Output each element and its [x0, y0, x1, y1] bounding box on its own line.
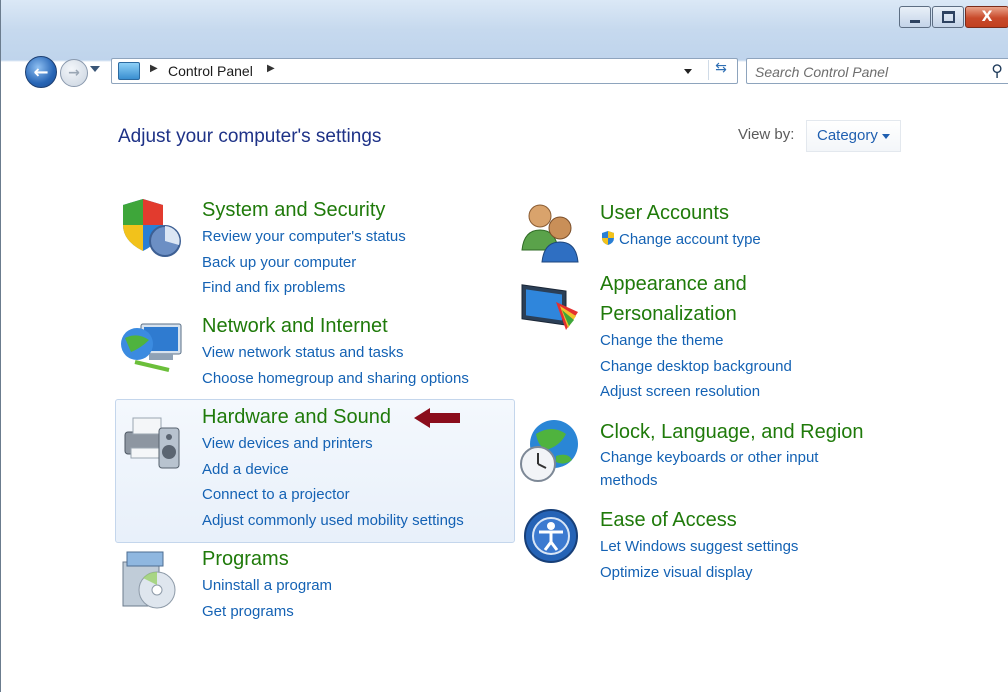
maximize-button[interactable] [932, 6, 964, 28]
search-box[interactable]: ⚲ [746, 58, 1008, 84]
users-icon [521, 204, 579, 263]
category-title-appearance-line1[interactable]: Appearance and [600, 270, 792, 298]
uac-shield-icon [602, 231, 614, 245]
link-change-account-type[interactable]: Change account type [600, 227, 761, 253]
link-add-device[interactable]: Add a device [202, 457, 464, 483]
link-screen-resolution[interactable]: Adjust screen resolution [600, 379, 792, 405]
recent-pages-dropdown[interactable] [90, 66, 100, 72]
link-network-status[interactable]: View network status and tasks [202, 340, 469, 366]
link-find-fix[interactable]: Find and fix problems [202, 275, 406, 301]
back-button[interactable]: ← [25, 56, 57, 88]
forward-arrow-icon: → [68, 65, 80, 81]
chevron-down-icon [881, 133, 890, 139]
ease-of-access-icon [524, 509, 578, 563]
link-change-keyboards[interactable]: Change keyboards or other input methods [600, 446, 850, 492]
monitor-palette-icon [521, 284, 578, 330]
category-clock-language-region: Clock, Language, and Region Change keybo… [600, 418, 864, 492]
link-review-status[interactable]: Review your computer's status [202, 224, 406, 250]
category-title-user-accounts[interactable]: User Accounts [600, 199, 761, 227]
breadcrumb-separator[interactable]: ▶ [267, 63, 275, 74]
category-system-and-security: System and Security Review your computer… [202, 196, 406, 301]
view-by-label: View by: [738, 126, 795, 143]
network-globe-icon [121, 323, 182, 372]
close-icon: X [981, 9, 993, 25]
view-by-dropdown[interactable]: Category [806, 120, 901, 152]
category-title-ease-of-access[interactable]: Ease of Access [600, 506, 798, 534]
breadcrumb-control-panel[interactable]: Control Panel [168, 63, 253, 79]
breadcrumb-separator[interactable]: ▶ [150, 63, 158, 74]
category-appearance-and-personalization: Appearance and Personalization Change th… [600, 270, 792, 405]
search-icon[interactable]: ⚲ [991, 61, 1003, 80]
link-mobility-settings[interactable]: Adjust commonly used mobility settings [202, 508, 464, 534]
link-homegroup[interactable]: Choose homegroup and sharing options [202, 366, 469, 392]
printer-speaker-icon [124, 417, 180, 469]
category-title-clock-language-region[interactable]: Clock, Language, and Region [600, 418, 864, 446]
link-connect-projector[interactable]: Connect to a projector [202, 482, 464, 508]
category-programs: Programs Uninstall a program Get program… [202, 545, 332, 624]
refresh-icon[interactable]: ⇆ [708, 60, 733, 80]
category-user-accounts: User Accounts Change account type [600, 199, 761, 253]
category-network-and-internet: Network and Internet View network status… [202, 312, 469, 391]
category-title-appearance-line2[interactable]: Personalization [600, 300, 792, 328]
address-dropdown-icon[interactable] [684, 69, 692, 74]
control-panel-icon [118, 62, 140, 80]
shield-pie-icon [123, 199, 181, 257]
link-change-account-type-label: Change account type [619, 231, 761, 248]
forward-button[interactable]: → [60, 59, 88, 87]
category-title-network-and-internet[interactable]: Network and Internet [202, 312, 469, 340]
category-title-programs[interactable]: Programs [202, 545, 332, 573]
link-back-up[interactable]: Back up your computer [202, 250, 406, 276]
category-title-system-and-security[interactable]: System and Security [202, 196, 406, 224]
link-windows-suggest[interactable]: Let Windows suggest settings [600, 534, 798, 560]
category-ease-of-access: Ease of Access Let Windows suggest setti… [600, 506, 798, 585]
minimize-button[interactable] [899, 6, 931, 28]
link-change-theme[interactable]: Change the theme [600, 328, 792, 354]
programs-disc-icon [122, 551, 176, 609]
annotation-arrow-icon [414, 408, 460, 428]
link-desktop-background[interactable]: Change desktop background [600, 354, 792, 380]
close-button[interactable]: X [965, 6, 1008, 28]
view-by-value: Category [817, 127, 878, 144]
back-arrow-icon: ← [33, 61, 49, 83]
control-panel-window: X ← → ▶ Control Panel ▶ ⇆ ⚲ Adjust your … [0, 0, 1008, 692]
link-optimize-display[interactable]: Optimize visual display [600, 560, 798, 586]
link-get-programs[interactable]: Get programs [202, 599, 332, 625]
maximize-icon [941, 11, 955, 23]
search-input[interactable] [753, 61, 977, 83]
minimize-icon [910, 19, 920, 23]
page-title: Adjust your computer's settings [118, 126, 382, 147]
globe-clock-icon [520, 420, 578, 482]
link-uninstall-program[interactable]: Uninstall a program [202, 573, 332, 599]
caption-buttons: X [898, 6, 1008, 28]
address-bar[interactable]: ▶ Control Panel ▶ ⇆ [111, 58, 738, 84]
link-devices-printers[interactable]: View devices and printers [202, 431, 464, 457]
